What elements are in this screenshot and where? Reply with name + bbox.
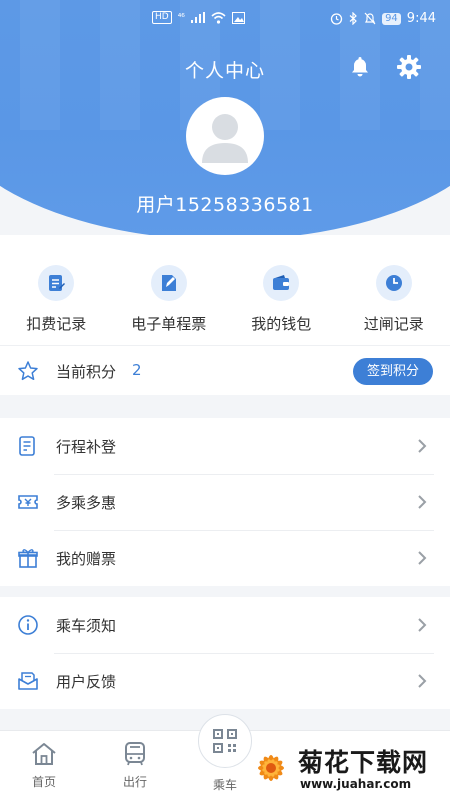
quick-action-e-ticket[interactable]: 电子单程票	[113, 265, 226, 340]
signal-strength-label: ⁴⁶	[177, 12, 185, 23]
nav-home[interactable]: 首页	[14, 741, 74, 790]
chevron-right-icon	[418, 674, 427, 688]
chevron-right-icon	[418, 495, 427, 509]
menu-item-riding-notice[interactable]: 乘车须知	[0, 597, 450, 653]
feedback-icon	[18, 672, 38, 690]
page-title: 个人中心	[184, 60, 265, 82]
home-icon	[32, 743, 56, 765]
status-bar: HD ⁴⁶ 94 9:44	[0, 0, 450, 36]
menu-group-services: 行程补登 多乘多惠 我的赠票	[0, 418, 450, 586]
menu-item-multi-ride-discount[interactable]: 多乘多惠	[0, 474, 450, 530]
nav-travel-label: 出行	[122, 775, 147, 789]
mute-icon	[364, 12, 376, 25]
settings-gear-icon[interactable]	[396, 54, 422, 80]
menu-item-gift-tickets[interactable]: 我的赠票	[0, 530, 450, 586]
gift-icon	[18, 549, 38, 568]
star-icon	[18, 361, 38, 381]
menu-item-label: 乘车须知	[56, 617, 117, 635]
quick-action-label: 我的钱包	[251, 315, 312, 333]
points-label: 当前积分	[56, 363, 117, 381]
menu-item-label: 用户反馈	[56, 673, 117, 691]
qr-code-icon	[213, 729, 237, 753]
chevron-right-icon	[418, 439, 427, 453]
quick-actions: 扣费记录 电子单程票 我的钱包 过闸记录	[0, 265, 450, 340]
coupon-icon	[18, 495, 38, 509]
document-icon	[19, 436, 35, 456]
quick-action-label: 过闸记录	[363, 315, 424, 333]
menu-item-trip-supplement[interactable]: 行程补登	[0, 418, 450, 474]
menu-item-label: 行程补登	[56, 438, 117, 456]
info-icon	[18, 615, 38, 635]
watermark-url: www.juahar.com	[300, 777, 412, 791]
quick-action-deduction-records[interactable]: 扣费记录	[0, 265, 113, 340]
quick-action-wallet[interactable]: 我的钱包	[225, 265, 338, 340]
status-time: 9:44	[406, 11, 436, 26]
quick-action-label: 电子单程票	[131, 315, 207, 333]
ride-qr-button[interactable]	[198, 714, 252, 768]
bus-icon	[125, 742, 145, 766]
avatar[interactable]	[186, 97, 264, 175]
battery-indicator: 94	[382, 12, 401, 25]
hd-indicator: HD	[152, 11, 172, 24]
image-notification-icon	[231, 11, 245, 24]
wifi-icon	[211, 11, 226, 24]
nav-home-label: 首页	[31, 775, 56, 789]
clock-icon	[385, 275, 402, 291]
username: 用户15258336581	[136, 194, 314, 216]
user-placeholder-icon	[202, 114, 248, 163]
nav-ride-label: 乘车	[212, 778, 237, 792]
signal-icon	[190, 12, 205, 23]
site-watermark: 菊花下载网 www.juahar.com	[248, 743, 450, 800]
notification-bell-icon[interactable]	[348, 55, 372, 79]
chevron-right-icon	[418, 551, 427, 565]
chevron-right-icon	[418, 618, 427, 632]
nav-travel[interactable]: 出行	[105, 741, 165, 790]
nav-ride-label-wrap: 乘车	[195, 776, 255, 793]
alarm-icon	[330, 13, 343, 25]
menu-item-label: 多乘多惠	[56, 494, 117, 512]
sign-in-points-button[interactable]: 签到积分	[353, 358, 433, 385]
quick-action-gate-records[interactable]: 过闸记录	[338, 265, 450, 340]
menu-item-label: 我的赠票	[56, 550, 117, 568]
watermark-title: 菊花下载网	[298, 748, 429, 777]
wallet-icon	[273, 275, 290, 290]
points-row: 当前积分 2 签到积分	[0, 345, 450, 395]
quick-action-label: 扣费记录	[26, 315, 87, 333]
bluetooth-icon	[349, 12, 357, 25]
menu-item-user-feedback[interactable]: 用户反馈	[0, 653, 450, 709]
points-value: 2	[132, 361, 142, 379]
chrysanthemum-logo-icon	[258, 755, 284, 781]
ticket-icon	[161, 275, 176, 291]
receipt-icon	[49, 275, 66, 291]
menu-group-help: 乘车须知 用户反馈	[0, 597, 450, 709]
profile-header: HD ⁴⁶ 94 9:44 个人中心 用户15258336581	[0, 0, 450, 245]
